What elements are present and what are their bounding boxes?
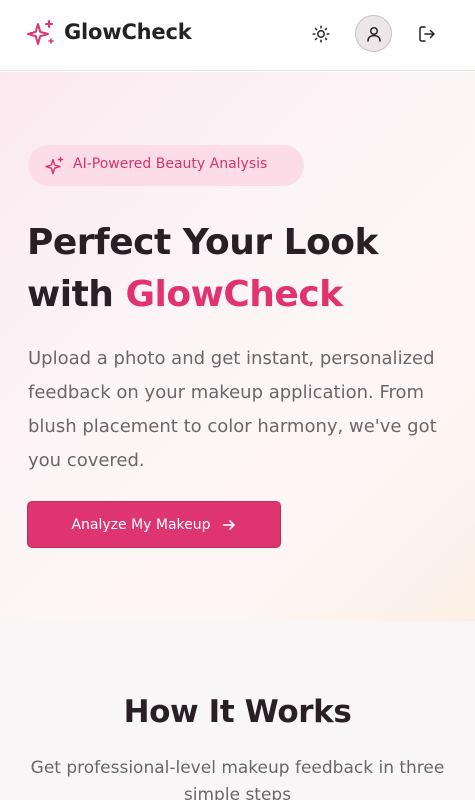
section-title: How It Works <box>123 694 352 730</box>
hero-title: Perfect Your Look with GlowCheck <box>27 217 457 321</box>
hero-title-accent: GlowCheck <box>125 274 343 315</box>
cta-label: Analyze My Makeup <box>71 516 211 533</box>
section-subtitle: Get professional-level makeup feedback i… <box>30 758 445 800</box>
analyze-makeup-button[interactable]: Analyze My Makeup <box>27 501 281 548</box>
sparkles-icon <box>45 156 64 175</box>
brand-name[interactable]: GlowCheck <box>64 20 192 44</box>
sparkles-icon <box>27 20 54 45</box>
logout-icon <box>419 26 435 42</box>
hero-section: AI-Powered Beauty Analysis Perfect Your … <box>0 72 475 621</box>
user-icon <box>366 26 381 42</box>
arrow-right-icon <box>222 519 235 530</box>
app-header: GlowCheck <box>0 0 475 71</box>
theme-toggle-button[interactable] <box>303 16 339 52</box>
hero-description: Upload a photo and get instant, personal… <box>28 348 437 471</box>
hero-title-with: with <box>27 274 126 315</box>
sun-icon <box>312 25 330 43</box>
badge-label: AI-Powered Beauty Analysis <box>73 156 268 172</box>
logout-button[interactable] <box>409 16 445 52</box>
how-it-works-section: How It Works Get professional-level make… <box>0 621 475 800</box>
hero-title-line1: Perfect Your Look <box>27 222 378 263</box>
feature-badge: AI-Powered Beauty Analysis <box>28 145 304 186</box>
profile-button[interactable] <box>355 15 392 52</box>
